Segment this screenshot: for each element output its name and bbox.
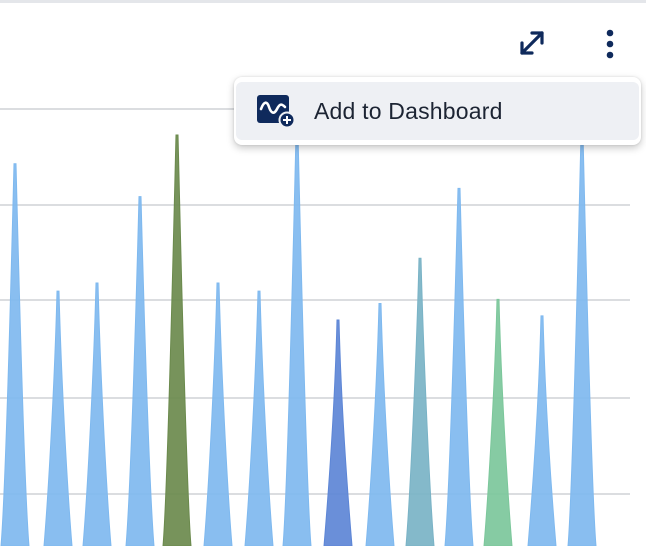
chart-spike <box>244 290 274 546</box>
options-menu: Add to Dashboard <box>234 77 641 145</box>
chart-spike <box>323 319 353 546</box>
chart-spike <box>203 282 233 546</box>
more-options-button[interactable] <box>590 23 630 63</box>
chart-spike <box>567 134 597 546</box>
chart-spike <box>365 303 395 546</box>
chart-spike <box>444 187 474 546</box>
expand-arrows-icon <box>520 31 544 55</box>
chart-spike <box>405 257 435 546</box>
chart-spike <box>483 298 513 546</box>
chart-spike <box>282 134 312 546</box>
add-chart-icon <box>257 95 296 129</box>
chart-spike <box>0 163 30 546</box>
chart-spike <box>162 134 192 546</box>
chart-spike <box>82 282 112 546</box>
more-vertical-icon <box>606 29 614 59</box>
chart-spike <box>125 196 155 546</box>
chart-spike <box>43 290 73 546</box>
expand-button[interactable] <box>512 23 552 63</box>
menu-item-label: Add to Dashboard <box>314 98 503 124</box>
chart-spike <box>527 315 557 546</box>
add-to-dashboard-menu-item[interactable]: Add to Dashboard <box>236 82 639 140</box>
